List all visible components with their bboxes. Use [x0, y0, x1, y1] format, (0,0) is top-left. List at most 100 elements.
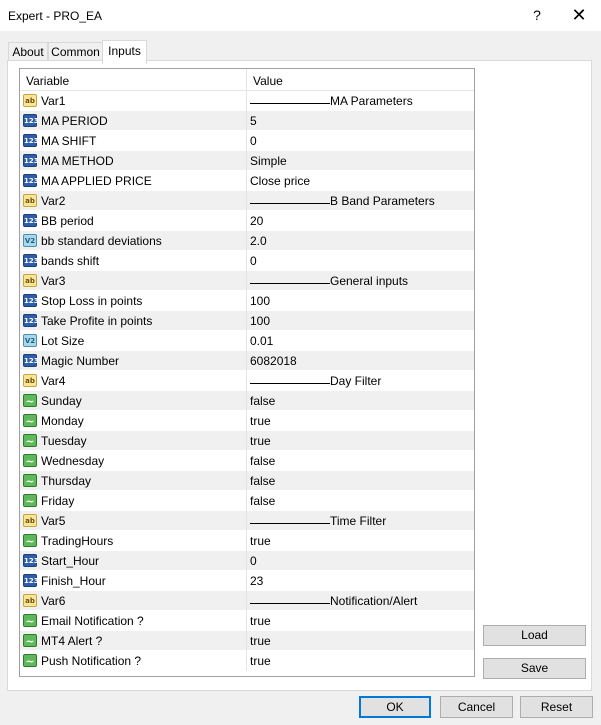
variable-value[interactable]: false [250, 494, 275, 508]
variable-value[interactable]: Notification/Alert [250, 594, 417, 608]
window-title: Expert - PRO_EA [8, 9, 103, 23]
variable-value[interactable]: Day Filter [250, 374, 381, 388]
double-type-icon: V2 [23, 334, 37, 347]
table-row[interactable]: V2 bb standard deviations 2.0 [20, 231, 474, 251]
ok-button[interactable]: OK [359, 696, 431, 718]
separator-label: General inputs [330, 274, 409, 288]
cell-divider [246, 571, 247, 591]
table-row[interactable]: 123 Magic Number 6082018 [20, 351, 474, 371]
tab-inputs[interactable]: Inputs [102, 40, 147, 64]
variable-value[interactable]: General inputs [250, 274, 408, 288]
variable-value[interactable]: 100 [250, 314, 270, 328]
variable-value[interactable]: true [250, 654, 271, 668]
close-icon[interactable]: ✕ [568, 3, 590, 27]
table-row[interactable]: ~ Friday false [20, 491, 474, 511]
table-row[interactable]: 123 Stop Loss in points 100 [20, 291, 474, 311]
variable-name: Sunday [41, 394, 82, 408]
column-header-value[interactable]: Value [253, 74, 283, 88]
variable-value[interactable]: B Band Parameters [250, 194, 435, 208]
separator-label: B Band Parameters [330, 194, 435, 208]
variable-value[interactable]: Close price [250, 174, 310, 188]
variable-value[interactable]: false [250, 454, 275, 468]
variable-value[interactable]: true [250, 634, 271, 648]
variable-name: Tuesday [41, 434, 87, 448]
variable-value[interactable]: 0 [250, 254, 257, 268]
table-row[interactable]: 123 MA METHOD Simple [20, 151, 474, 171]
cell-divider [246, 191, 247, 211]
table-row[interactable]: ~ Thursday false [20, 471, 474, 491]
table-row[interactable]: 123 BB period 20 [20, 211, 474, 231]
integer-type-icon: 123 [23, 574, 39, 587]
table-row[interactable]: ~ MT4 Alert ? true [20, 631, 474, 651]
variable-value[interactable]: true [250, 414, 271, 428]
table-row[interactable]: ~ Sunday false [20, 391, 474, 411]
variable-value[interactable]: 5 [250, 114, 257, 128]
integer-type-icon: 123 [23, 214, 39, 227]
table-row[interactable]: ab Var1 MA Parameters [20, 91, 474, 111]
cell-divider [246, 151, 247, 171]
variable-value[interactable]: true [250, 614, 271, 628]
cell-divider [246, 111, 247, 131]
cell-divider [246, 511, 247, 531]
separator-underline [250, 594, 330, 604]
column-header-variable[interactable]: Variable [26, 74, 69, 88]
variable-value[interactable]: Time Filter [250, 514, 386, 528]
table-row[interactable]: 123 MA PERIOD 5 [20, 111, 474, 131]
dialog-client: About Common Inputs Variable Value ab Var… [0, 31, 601, 725]
variable-value[interactable]: true [250, 434, 271, 448]
variable-value[interactable]: true [250, 534, 271, 548]
table-row[interactable]: 123 bands shift 0 [20, 251, 474, 271]
table-row[interactable]: 123 Start_Hour 0 [20, 551, 474, 571]
variable-value[interactable]: 0 [250, 134, 257, 148]
table-row[interactable]: ab Var4 Day Filter [20, 371, 474, 391]
variable-value[interactable]: 20 [250, 214, 263, 228]
tab-common[interactable]: Common [48, 42, 103, 62]
tab-about[interactable]: About [8, 42, 48, 62]
variable-value[interactable]: 100 [250, 294, 270, 308]
column-divider[interactable] [246, 69, 247, 91]
variable-name: Push Notification ? [41, 654, 142, 668]
table-row[interactable]: ~ Email Notification ? true [20, 611, 474, 631]
table-row[interactable]: 123 Take Profite in points 100 [20, 311, 474, 331]
integer-type-icon: 123 [23, 354, 39, 367]
table-row[interactable]: ~ Push Notification ? true [20, 651, 474, 671]
cancel-button[interactable]: Cancel [440, 696, 513, 718]
help-icon[interactable]: ? [526, 3, 548, 27]
cell-divider [246, 471, 247, 491]
table-row[interactable]: 123 Finish_Hour 23 [20, 571, 474, 591]
table-row[interactable]: ~ Monday true [20, 411, 474, 431]
boolean-type-icon: ~ [23, 534, 37, 548]
variable-name: Take Profite in points [41, 314, 153, 328]
load-button[interactable]: Load [483, 625, 586, 646]
variable-value[interactable]: 0 [250, 554, 257, 568]
table-row[interactable]: ab Var5 Time Filter [20, 511, 474, 531]
variable-value[interactable]: false [250, 474, 275, 488]
variable-name: Monday [41, 414, 84, 428]
table-row[interactable]: ~ Wednesday false [20, 451, 474, 471]
table-row[interactable]: V2 Lot Size 0.01 [20, 331, 474, 351]
variable-name: Start_Hour [41, 554, 100, 568]
variable-name: MA APPLIED PRICE [41, 174, 152, 188]
table-row[interactable]: 123 MA APPLIED PRICE Close price [20, 171, 474, 191]
cell-divider [246, 311, 247, 331]
save-button[interactable]: Save [483, 658, 586, 679]
variable-value[interactable]: 2.0 [250, 234, 267, 248]
cell-divider [246, 491, 247, 511]
table-row[interactable]: ab Var6 Notification/Alert [20, 591, 474, 611]
variable-value[interactable]: Simple [250, 154, 287, 168]
variable-value[interactable]: 6082018 [250, 354, 297, 368]
string-type-icon: ab [23, 94, 37, 107]
variable-value[interactable]: false [250, 394, 275, 408]
table-row[interactable]: 123 MA SHIFT 0 [20, 131, 474, 151]
table-row[interactable]: ~ TradingHours true [20, 531, 474, 551]
cell-divider [246, 171, 247, 191]
cell-divider [246, 591, 247, 611]
variable-value[interactable]: MA Parameters [250, 94, 413, 108]
cell-divider [246, 91, 247, 111]
variable-value[interactable]: 23 [250, 574, 263, 588]
table-row[interactable]: ab Var2 B Band Parameters [20, 191, 474, 211]
reset-button[interactable]: Reset [520, 696, 593, 718]
table-row[interactable]: ~ Tuesday true [20, 431, 474, 451]
table-row[interactable]: ab Var3 General inputs [20, 271, 474, 291]
variable-value[interactable]: 0.01 [250, 334, 273, 348]
